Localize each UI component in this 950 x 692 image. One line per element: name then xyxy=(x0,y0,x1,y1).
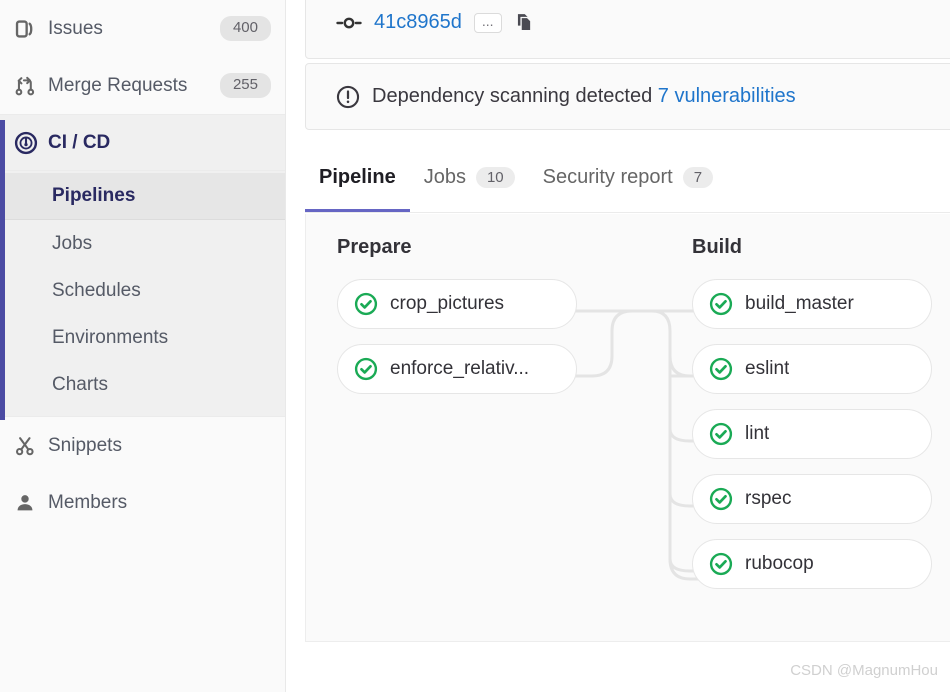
tab-badge-jobs: 10 xyxy=(476,167,515,188)
status-success-icon xyxy=(354,357,378,381)
sidebar-item-issues[interactable]: Issues 400 xyxy=(0,0,285,57)
job-name: eslint xyxy=(745,358,789,380)
status-success-icon xyxy=(709,357,733,381)
tab-jobs[interactable]: Jobs 10 xyxy=(410,155,529,212)
sidebar-subitem-label: Environments xyxy=(52,327,168,349)
sidebar-item-label: Merge Requests xyxy=(48,75,220,97)
vulnerabilities-link[interactable]: 7 vulnerabilities xyxy=(658,85,796,107)
tab-label: Jobs xyxy=(424,166,466,189)
status-success-icon xyxy=(709,487,733,511)
pipeline-job-build_master[interactable]: build_master xyxy=(692,279,932,329)
sidebar-subitem-label: Jobs xyxy=(52,233,92,255)
tab-security-report[interactable]: Security report 7 xyxy=(529,155,727,212)
gitlab-pipeline-page: Issues 400 Merge Requests 255 xyxy=(0,0,950,692)
status-success-icon xyxy=(354,292,378,316)
status-success-icon xyxy=(709,552,733,576)
user-icon xyxy=(14,490,48,516)
commit-header-bar: 41c8965d ... xyxy=(305,0,950,59)
merge-request-icon xyxy=(14,73,48,99)
tab-pipeline[interactable]: Pipeline xyxy=(305,155,410,212)
sidebar-item-schedules[interactable]: Schedules xyxy=(0,267,285,314)
sidebar-item-snippets[interactable]: Snippets xyxy=(0,417,285,474)
security-alert-bar: Dependency scanning detected 7 vulnerabi… xyxy=(305,63,950,130)
stage-title: Build xyxy=(692,236,932,259)
pipeline-job-crop_pictures[interactable]: crop_pictures xyxy=(337,279,577,329)
sidebar-item-pipelines[interactable]: Pipelines xyxy=(0,173,285,220)
job-name: crop_pictures xyxy=(390,293,504,315)
rocket-icon xyxy=(14,130,48,156)
pipeline-job-lint[interactable]: lint xyxy=(692,409,932,459)
tab-badge-security-report: 7 xyxy=(683,167,713,188)
issues-icon xyxy=(14,16,48,42)
sidebar-item-members[interactable]: Members xyxy=(0,474,285,531)
job-name: rspec xyxy=(745,488,791,510)
sidebar-subitem-label: Charts xyxy=(52,374,108,396)
copy-icon[interactable] xyxy=(514,12,535,33)
ci-cd-subnav: Pipelines Jobs Schedules Environments Ch… xyxy=(0,171,285,416)
alert-message-text: Dependency scanning detected xyxy=(372,85,652,107)
job-name: lint xyxy=(745,423,769,445)
pipeline-job-eslint[interactable]: eslint xyxy=(692,344,932,394)
job-name: build_master xyxy=(745,293,854,315)
commit-icon xyxy=(336,13,362,33)
project-sidebar: Issues 400 Merge Requests 255 xyxy=(0,0,286,692)
pipeline-job-rspec[interactable]: rspec xyxy=(692,474,932,524)
status-success-icon xyxy=(709,422,733,446)
sidebar-badge-issues: 400 xyxy=(220,16,271,41)
sidebar-item-ci-cd[interactable]: CI / CD xyxy=(0,114,285,171)
stage-title: Prepare xyxy=(337,236,577,259)
sidebar-item-label: Snippets xyxy=(48,435,271,457)
commit-expand-button[interactable]: ... xyxy=(474,13,502,33)
pipeline-job-rubocop[interactable]: rubocop xyxy=(692,539,932,589)
main-content: 41c8965d ... xyxy=(286,0,950,692)
sidebar-item-merge-requests[interactable]: Merge Requests 255 xyxy=(0,57,285,114)
status-success-icon xyxy=(709,292,733,316)
job-name: rubocop xyxy=(745,553,814,575)
sidebar-item-environments[interactable]: Environments xyxy=(0,314,285,361)
sidebar-item-label: CI / CD xyxy=(48,132,271,154)
warning-circle-icon xyxy=(336,85,360,109)
sidebar-subitem-label: Pipelines xyxy=(52,185,135,207)
sidebar-item-label: Issues xyxy=(48,18,220,40)
sidebar-item-jobs[interactable]: Jobs xyxy=(0,220,285,267)
alert-message: Dependency scanning detected 7 vulnerabi… xyxy=(372,85,796,108)
pipeline-stage-prepare: Prepare crop_pictures xyxy=(337,236,577,409)
pipeline-tabs: Pipeline Jobs 10 Security report 7 xyxy=(305,155,950,213)
watermark: CSDN @MagnumHou xyxy=(790,662,938,679)
sidebar-badge-merge-requests: 255 xyxy=(220,73,271,98)
tab-label: Security report xyxy=(543,166,673,189)
sidebar-active-accent-bar xyxy=(0,120,5,420)
sidebar-subitem-label: Schedules xyxy=(52,280,141,302)
pipeline-stage-build: Build build_master xyxy=(692,236,932,604)
job-name: enforce_relativ... xyxy=(390,358,529,380)
tab-label: Pipeline xyxy=(319,166,396,189)
commit-sha-link[interactable]: 41c8965d xyxy=(374,11,462,34)
sidebar-item-charts[interactable]: Charts xyxy=(0,361,285,408)
pipeline-job-enforce_relative[interactable]: enforce_relativ... xyxy=(337,344,577,394)
scissors-icon xyxy=(14,433,48,459)
pipeline-graph: Prepare crop_pictures xyxy=(305,214,950,642)
sidebar-item-label: Members xyxy=(48,492,271,514)
